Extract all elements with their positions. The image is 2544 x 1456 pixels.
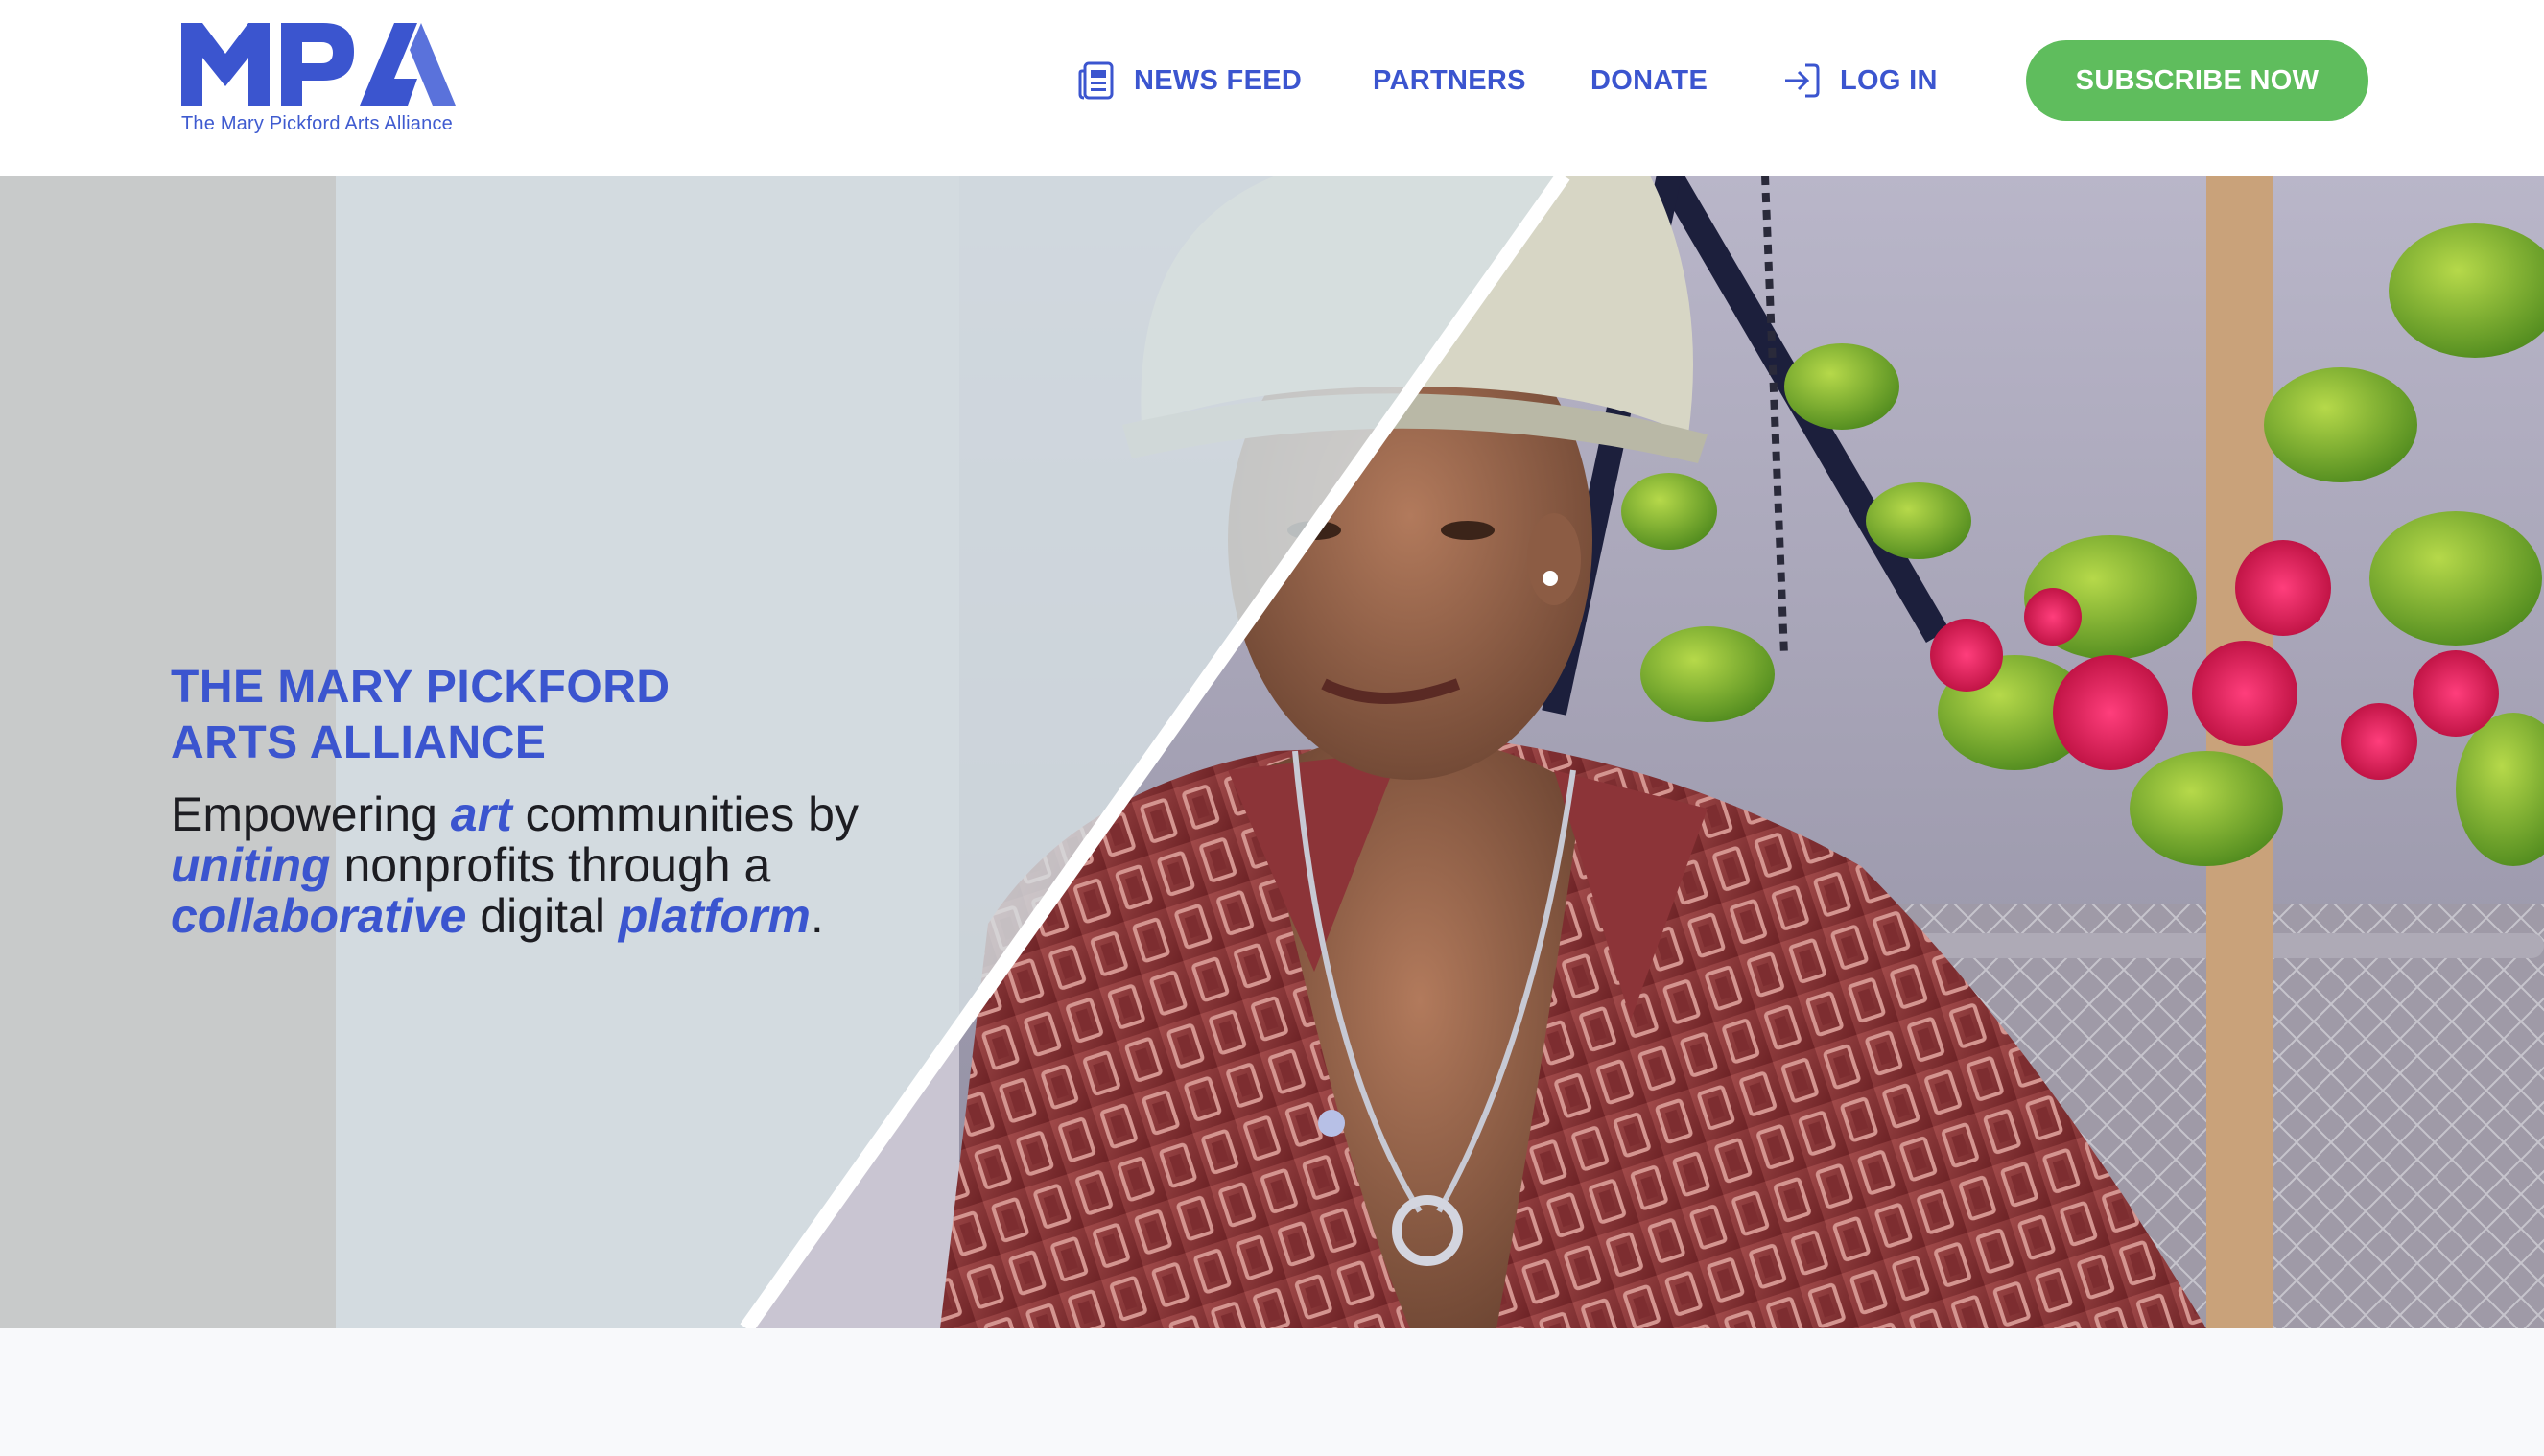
tagline-emphasis-art: art <box>450 787 512 841</box>
login-arrow-icon <box>1785 63 1820 98</box>
nav-partners-label: PARTNERS <box>1373 64 1526 96</box>
site-header: The Mary Pickford Arts Alliance NEWS FEE… <box>0 0 2544 176</box>
hero-title-line2: ARTS ALLIANCE <box>171 717 547 768</box>
tagline-part-3: nonprofits through a <box>330 838 771 892</box>
hero-title: THE MARY PICKFORD ARTS ALLIANCE <box>171 660 842 771</box>
tagline-part-5: . <box>810 889 824 943</box>
tagline-emphasis-uniting: uniting <box>171 838 331 892</box>
hero-section: THE MARY PICKFORD ARTS ALLIANCE Empoweri… <box>0 176 2544 1328</box>
tagline-part-1: Empowering <box>171 787 451 841</box>
site-logo[interactable]: The Mary Pickford Arts Alliance <box>181 21 459 146</box>
nav-news-feed-label: NEWS FEED <box>1134 64 1303 96</box>
hero-tagline: Empowering art communities by uniting no… <box>171 789 957 942</box>
nav-log-in[interactable]: LOG IN <box>1782 61 1938 100</box>
tagline-part-4: digital <box>466 889 619 943</box>
tagline-part-2: communities by <box>511 787 859 841</box>
content-area-below-hero <box>0 1328 2544 1456</box>
nav-log-in-label: LOG IN <box>1840 64 1938 96</box>
nav-partners[interactable]: PARTNERS <box>1373 61 1526 100</box>
hero-title-line1: THE MARY PICKFORD <box>171 662 671 713</box>
nav-donate[interactable]: DONATE <box>1590 61 1708 100</box>
tagline-emphasis-collaborative: collaborative <box>171 889 467 943</box>
mpa-logo-mark <box>181 23 456 106</box>
nav-news-feed[interactable]: NEWS FEED <box>1078 61 1302 100</box>
tagline-emphasis-platform: platform <box>618 889 811 943</box>
nav-donate-label: DONATE <box>1590 64 1708 96</box>
newspaper-icon <box>1078 61 1114 100</box>
logo-tagline: The Mary Pickford Arts Alliance <box>181 113 453 134</box>
subscribe-now-button[interactable]: SUBSCRIBE NOW <box>2026 40 2368 121</box>
